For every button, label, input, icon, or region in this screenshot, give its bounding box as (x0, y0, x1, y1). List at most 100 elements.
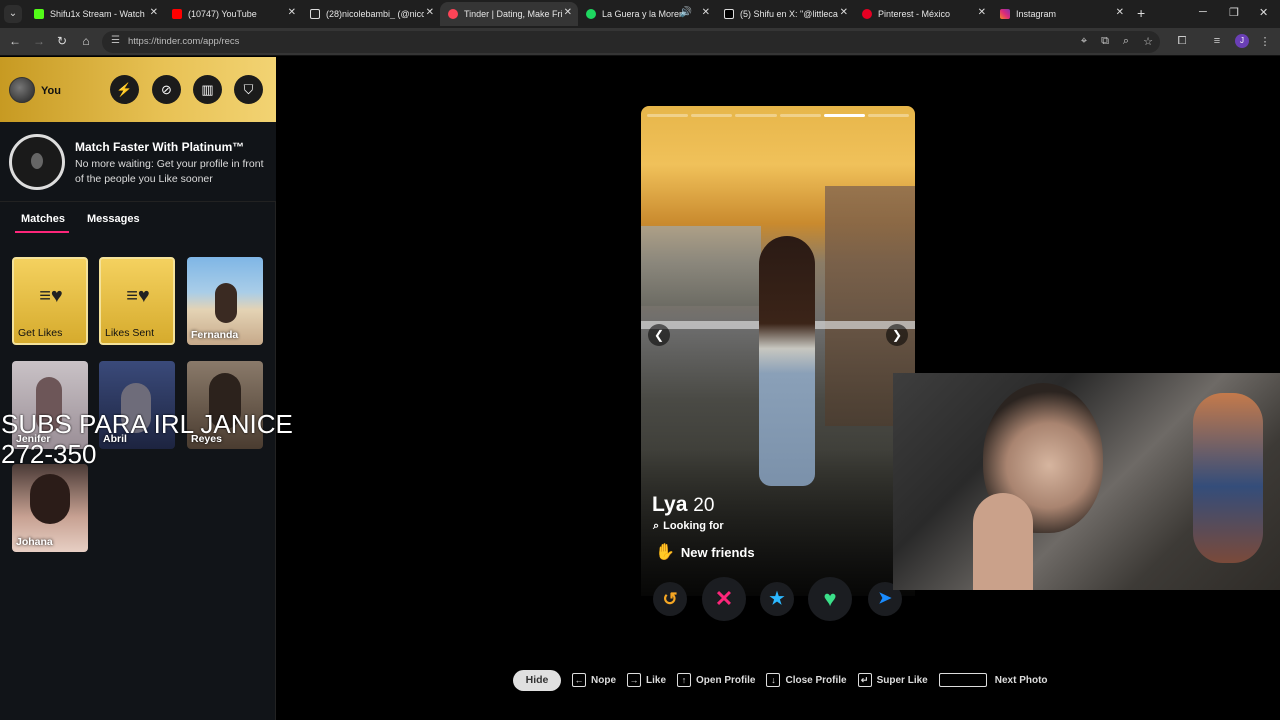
shortcut-nope: ← Nope (572, 673, 616, 687)
match-name: Johana (16, 536, 53, 548)
briefcase-icon[interactable]: ▥ (193, 75, 222, 104)
shortcut-close-profile: ↓ Close Profile (766, 673, 847, 687)
like-button[interactable]: ♥ (808, 577, 852, 621)
likes-sent-card[interactable]: ≡♥ Likes Sent (99, 257, 175, 345)
looking-for-label: ⌕ Looking for (653, 520, 724, 533)
home-icon[interactable]: ⌂ (78, 34, 94, 48)
platinum-promo[interactable]: Match Faster With Platinum™ No more wait… (0, 122, 276, 202)
webcam-overlay (893, 373, 1280, 590)
tab-youtube[interactable]: (10747) YouTube ✕ (164, 2, 302, 26)
star-icon: ★ (769, 589, 785, 608)
close-icon[interactable]: ✕ (978, 7, 986, 18)
photo-progress-segment[interactable] (647, 114, 689, 117)
tab-title: (5) Shifu en X: "@littlecac (740, 9, 838, 19)
shortcut-super-like: ↵ Super Like (857, 673, 928, 687)
extensions-icon[interactable]: ⧠ (1175, 35, 1189, 48)
nope-button[interactable]: ✕ (702, 577, 746, 621)
bolt-icon[interactable]: ⚡ (110, 75, 139, 104)
speaker-icon[interactable]: 🔊 (680, 7, 692, 18)
user-label[interactable]: You (41, 85, 61, 97)
next-photo-button[interactable]: ❯ (886, 324, 908, 346)
platinum-flame-icon (9, 134, 65, 190)
close-icon[interactable]: ✕ (1116, 7, 1124, 18)
close-icon[interactable]: ✕ (840, 7, 848, 18)
match-photo (30, 474, 70, 524)
tab-matches[interactable]: Matches (21, 213, 65, 225)
match-card[interactable]: Johana (12, 464, 88, 552)
get-likes-card[interactable]: ≡♥ Get Likes (12, 257, 88, 345)
tab-messages[interactable]: Messages (87, 213, 140, 225)
photo-progress-segment[interactable] (867, 114, 910, 117)
profile-name-line: Lya 20 (652, 493, 714, 517)
tiktok-icon (310, 9, 320, 19)
site-settings-icon[interactable]: ☰ (111, 35, 120, 46)
tab-title: Instagram (1016, 9, 1057, 19)
super-like-button[interactable]: ★ (760, 582, 794, 616)
arrow-left-key-icon: ← (572, 673, 586, 687)
overlay-line-1: SUBS PARA IRL JANICE (1, 409, 293, 439)
active-tab-indicator (15, 231, 69, 233)
search-icon: ⌕ (653, 520, 660, 532)
browser-toolbar: ← → ↻ ⌂ ☰ https://tinder.com/app/recs ⌖ … (0, 28, 1280, 56)
photo-detail (641, 226, 761, 306)
address-bar[interactable]: ☰ https://tinder.com/app/recs (102, 31, 1160, 53)
photo-progress-segment[interactable] (779, 114, 821, 117)
reload-icon[interactable]: ↻ (54, 34, 70, 48)
shortcut-label: Open Profile (696, 674, 756, 686)
previous-photo-button[interactable]: ❮ (648, 324, 670, 346)
arrow-down-key-icon: ↓ (766, 673, 781, 687)
photo-progress-segment[interactable] (691, 114, 733, 117)
close-icon[interactable]: ✕ (150, 7, 158, 18)
pinterest-icon (862, 9, 872, 19)
window-close-icon[interactable]: ✕ (1259, 6, 1268, 19)
tab-x[interactable]: (5) Shifu en X: "@littlecac ✕ (716, 2, 854, 26)
shield-icon[interactable]: ⛉ (234, 75, 263, 104)
location-icon[interactable]: ⌖ (1077, 35, 1091, 48)
close-icon[interactable]: ✕ (426, 7, 434, 18)
arrow-right-key-icon: → (627, 673, 641, 687)
match-card[interactable]: Fernanda (187, 257, 263, 345)
enter-key-icon: ↵ (857, 673, 872, 687)
tinder-icon (448, 9, 458, 19)
media-control-icon[interactable]: ≡ (1210, 35, 1224, 47)
tab-spotify[interactable]: La Guera y la Morena 🔊 ✕ (578, 2, 716, 26)
hide-shortcuts-button[interactable]: Hide (513, 669, 561, 691)
back-icon[interactable]: ← (7, 34, 23, 48)
zoom-icon[interactable]: ⌕ (1119, 35, 1133, 48)
profile-name: Lya (652, 493, 688, 516)
card-label: Get Likes (18, 327, 63, 339)
youtube-icon (172, 9, 182, 19)
tab-tinder[interactable]: Tinder | Dating, Make Frie ✕ (440, 2, 578, 26)
tab-title: Shifu1x Stream - Watch L (50, 9, 148, 19)
photo-progress-segment[interactable] (823, 114, 865, 117)
avatar[interactable] (9, 77, 35, 103)
photo-progress-segment[interactable] (735, 114, 777, 117)
spotify-icon (586, 9, 596, 19)
overlay-line-2: 272-350 (1, 439, 97, 469)
profile-avatar[interactable]: J (1235, 34, 1249, 48)
menu-dots-icon[interactable]: ⋮ (1258, 35, 1272, 48)
close-icon[interactable]: ✕ (288, 7, 296, 18)
promo-subtitle: No more waiting: Get your profile in fro… (75, 158, 264, 185)
shortcut-label: Close Profile (785, 674, 847, 686)
tab-title: (10747) YouTube (188, 9, 257, 19)
close-icon[interactable]: ✕ (564, 7, 572, 18)
restore-icon[interactable]: ❐ (1229, 6, 1239, 19)
tab-pinterest[interactable]: Pinterest - México ✕ (854, 2, 992, 26)
close-icon[interactable]: ✕ (702, 7, 710, 18)
profile-card[interactable]: ❮ ❯ Lya 20 ⌕ Looking for ✋ New friends ↺ ✕… (641, 106, 915, 628)
plus-icon[interactable]: + (1137, 5, 1145, 21)
compass-icon[interactable]: ⊘ (152, 75, 181, 104)
rewind-button[interactable]: ↺ (653, 582, 687, 616)
tab-instagram[interactable]: Instagram ✕ (992, 2, 1130, 26)
browser-tab-bar: ⌄ Shifu1x Stream - Watch L ✕ (10747) You… (0, 0, 1280, 28)
minimize-icon[interactable]: ─ (1199, 6, 1207, 18)
bookmark-star-icon[interactable]: ☆ (1141, 35, 1155, 48)
tab-search-button[interactable]: ⌄ (4, 5, 22, 23)
url-text: https://tinder.com/app/recs (128, 36, 240, 47)
forward-icon[interactable]: → (31, 34, 47, 48)
tab-kick[interactable]: Shifu1x Stream - Watch L ✕ (26, 2, 164, 26)
tab-tiktok[interactable]: (28)nicolebambi_ (@nicol ✕ (302, 2, 440, 26)
heart-speed-icon: ≡♥ (126, 285, 150, 307)
install-app-icon[interactable]: ⧉ (1098, 35, 1112, 48)
